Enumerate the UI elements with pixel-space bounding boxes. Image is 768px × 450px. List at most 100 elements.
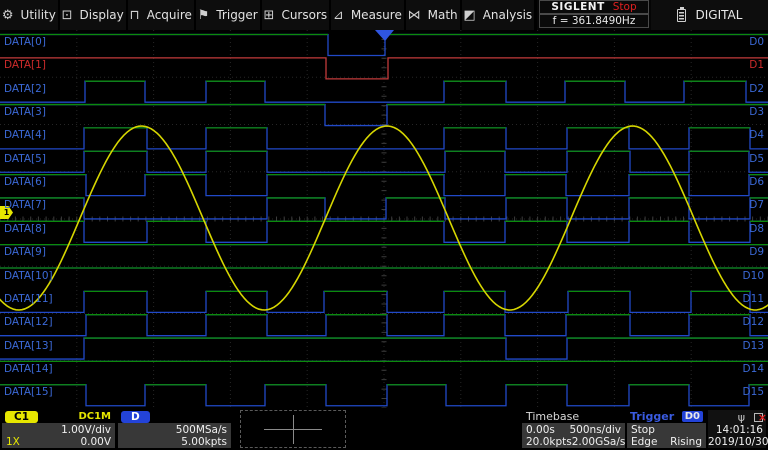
clock-date: 2019/10/30 <box>708 436 768 448</box>
channel-position-d2: D2 <box>749 82 764 95</box>
timebase-descriptor-box[interactable]: Timebase 0.00s 500ns/div 20.0kpts 2.00GS… <box>522 410 625 448</box>
channel-label-d0[interactable]: DATA[0] <box>4 36 46 48</box>
menu-item-math[interactable]: ⋈ Math <box>405 0 462 30</box>
channel-label-d13[interactable]: DATA[13] <box>4 340 53 352</box>
timebase-rate: 2.00GSa/s <box>571 435 626 448</box>
channel-label-d2[interactable]: DATA[2] <box>4 83 46 95</box>
channel-label-d12[interactable]: DATA[12] <box>4 316 53 328</box>
menu-item-label: Math <box>427 8 458 22</box>
menu-item-label: Acquire <box>146 8 192 22</box>
cursors-icon: ⊞ <box>263 7 275 23</box>
menu-item-label: Cursors <box>281 8 328 22</box>
menu-item-label: Trigger <box>216 8 258 22</box>
channel-position-d13: D13 <box>742 339 764 352</box>
oscilloscope-screen: ⚙ Utility ⊡ Display ⊓ Acquire ⚑ Trigger ⊞ Cursors… <box>0 0 768 450</box>
channel-label-d10[interactable]: DATA[10] <box>4 270 53 282</box>
empty-descriptor-slot[interactable] <box>240 410 346 448</box>
channel-position-d11: D11 <box>742 292 764 305</box>
menu-item-measure[interactable]: ⊿ Measure <box>331 0 406 30</box>
channel-position-d4: D4 <box>749 129 764 142</box>
channel-position-d6: D6 <box>749 176 764 189</box>
menu-bar: ⚙ Utility ⊡ Display ⊓ Acquire ⚑ Trigger ⊞ Cursors… <box>0 0 537 30</box>
digital-trace-d13 <box>0 337 768 360</box>
usb-icon: ψ <box>737 411 745 424</box>
waveform-plot <box>0 30 768 408</box>
channel-label-d8[interactable]: DATA[8] <box>4 223 46 235</box>
clock-time: 14:01:16 <box>715 424 763 436</box>
channel-label-d14[interactable]: DATA[14] <box>4 363 53 375</box>
menu-item-label: Analysis <box>482 8 533 22</box>
trigger-slope: Rising <box>670 435 702 448</box>
frequency-counter-row: f = 361.8490Hz <box>539 14 649 28</box>
math-icon: ⋈ <box>407 7 421 23</box>
channel-label-d1[interactable]: DATA[1] <box>4 59 46 71</box>
trigger-descriptor-box[interactable]: Trigger D0 Stop Edge Rising <box>627 410 706 448</box>
waveform-area: 1 DATA[0] D0 DATA[1] D1 DATA[2] D2 DATA[3] D3 DA… <box>0 30 768 408</box>
channel1-vdiv: 1.00V/div <box>61 423 111 436</box>
channel1-offset: 0.00V <box>80 435 111 448</box>
bottom-status-bar: C1 DC1M 1.00V/div 1X 0.00V D 500MSa/s 5.… <box>0 408 768 450</box>
channel-position-d10: D10 <box>742 269 764 282</box>
trigger-type: Edge <box>631 435 658 448</box>
frequency-readout: f = 361.8490Hz <box>552 15 636 27</box>
menu-item-utility[interactable]: ⚙ Utility <box>0 0 60 30</box>
acquisition-state: Stop <box>612 1 637 13</box>
menu-item-analysis[interactable]: ◩ Analysis <box>461 0 537 30</box>
trigger-flag-icon: ⚑ <box>197 7 210 23</box>
menu-item-cursors[interactable]: ⊞ Cursors <box>261 0 332 30</box>
digital-mem-depth: 5.00kpts <box>181 435 227 448</box>
trigger-source-badge: D0 <box>681 411 703 422</box>
channel1-badge: C1 <box>5 410 39 423</box>
battery-icon <box>676 6 686 22</box>
channel-label-d15[interactable]: DATA[15] <box>4 386 53 398</box>
channel-label-d6[interactable]: DATA[6] <box>4 176 46 188</box>
menu-item-label: Display <box>79 8 124 22</box>
channel-position-d15: D15 <box>742 386 764 399</box>
menu-item-display[interactable]: ⊡ Display <box>59 0 128 30</box>
digital-badge: D <box>121 410 150 423</box>
channel-label-d9[interactable]: DATA[9] <box>4 246 46 258</box>
channel-label-d11[interactable]: DATA[11] <box>4 293 53 305</box>
timebase-title: Timebase <box>526 410 580 423</box>
crosshair-icon <box>293 415 294 444</box>
menu-item-label: Measure <box>350 8 402 22</box>
lan-disconnected-icon <box>754 413 767 422</box>
channel-position-d9: D9 <box>749 246 764 259</box>
menu-item-label: Utility <box>20 8 56 22</box>
timebase-depth: 20.0kpts <box>526 435 572 448</box>
acquire-icon: ⊓ <box>129 7 140 23</box>
timebase-scale: 500ns/div <box>569 423 621 436</box>
display-icon: ⊡ <box>61 7 73 23</box>
channel-label-d4[interactable]: DATA[4] <box>4 129 46 141</box>
siglent-logo: SIGLENT <box>551 1 605 13</box>
channel-position-d8: D8 <box>749 222 764 235</box>
digital-trace-d7 <box>0 197 768 220</box>
channel-position-d1: D1 <box>749 59 764 72</box>
digital-trace-d8 <box>0 220 768 243</box>
channel-label-d7[interactable]: DATA[7] <box>4 199 46 211</box>
menu-item-trigger[interactable]: ⚑ Trigger <box>195 0 262 30</box>
channel-position-d12: D12 <box>742 316 764 329</box>
digital-descriptor-box[interactable]: D 500MSa/s 5.00kpts <box>118 410 231 448</box>
trigger-title: Trigger <box>630 410 675 423</box>
channel-position-d14: D14 <box>742 362 764 375</box>
system-info-box: ψ 14:01:16 2019/10/30 <box>708 410 768 448</box>
menu-item-acquire[interactable]: ⊓ Acquire <box>127 0 196 30</box>
measure-icon: ⊿ <box>332 7 344 23</box>
channel-position-d7: D7 <box>749 199 764 212</box>
status-cluster: SIGLENT Stop f = 361.8490Hz <box>537 0 651 30</box>
menu-item-digital[interactable]: DIGITAL <box>651 0 768 30</box>
digital-trace-d1 <box>0 57 768 80</box>
digital-sample-rate: 500MSa/s <box>175 423 227 436</box>
channel1-coupling: DC1M <box>78 411 111 422</box>
digital-menu-label: DIGITAL <box>695 8 743 22</box>
gear-icon: ⚙ <box>1 7 14 23</box>
digital-trace-d2 <box>0 80 768 103</box>
channel-label-d5[interactable]: DATA[5] <box>4 153 46 165</box>
brand-status-row: SIGLENT Stop <box>539 0 649 14</box>
digital-trace-d6 <box>0 173 768 197</box>
channel-position-d5: D5 <box>749 152 764 165</box>
channel1-descriptor-box[interactable]: C1 DC1M 1.00V/div 1X 0.00V <box>2 410 115 448</box>
trigger-position-marker[interactable] <box>375 30 394 41</box>
channel-label-d3[interactable]: DATA[3] <box>4 106 46 118</box>
